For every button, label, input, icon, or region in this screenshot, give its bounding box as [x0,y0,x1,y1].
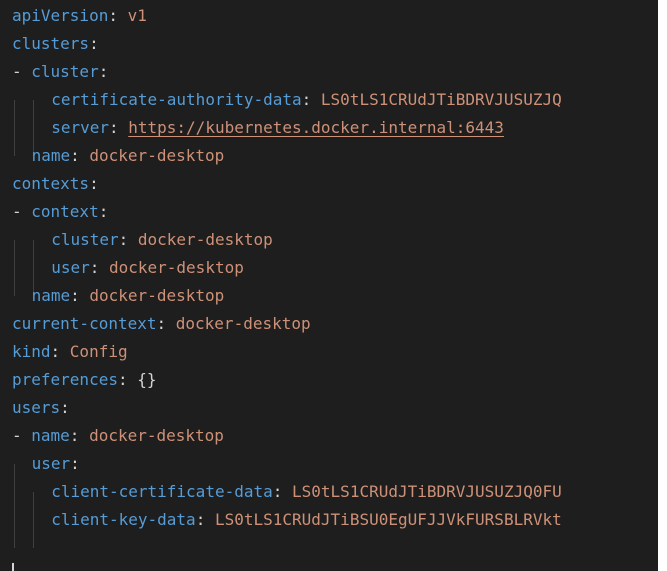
colon: : [98,62,109,81]
yaml-key: client-key-data [51,510,196,529]
indent-guide [33,492,34,548]
yaml-value: docker-desktop [175,314,311,333]
code-line[interactable]: - context: [12,198,108,226]
colon: : [89,34,99,53]
indent-guide [14,100,15,156]
colon: : [118,230,138,249]
code-line[interactable]: preferences: {} [12,366,157,394]
yaml-value: LS0tLS1CRUdJTiBDRVJUSUZJQ [320,90,562,109]
colon: : [50,342,70,361]
yaml-key: name [31,146,71,165]
yaml-key: current-context [12,314,157,333]
code-line[interactable]: kind: Config [12,338,128,366]
colon: : [89,174,99,193]
indent-guide [14,464,15,548]
code-line[interactable]: server: https://kubernetes.docker.intern… [51,114,504,142]
list-dash: - [12,202,32,221]
yaml-value: v1 [127,6,147,25]
colon: : [98,202,109,221]
yaml-key: context [31,202,99,221]
colon: : [117,370,138,389]
yaml-key: user [51,258,90,277]
list-dash: - [12,62,32,81]
yaml-key: users [12,398,61,417]
server-url-link[interactable]: https://kubernetes.docker.internal:6443 [128,118,504,137]
yaml-key: clusters [12,34,90,53]
code-line[interactable]: name: docker-desktop [32,142,225,170]
yaml-key: cluster [51,230,119,249]
code-line[interactable]: - cluster: [12,58,108,86]
yaml-value: LS0tLS1CRUdJTiBSU0EgUFJJVkFURSBLRVkt [214,510,562,529]
colon: : [108,6,128,25]
colon: : [108,118,129,137]
yaml-editor[interactable]: apiVersion: v1 clusters: - cluster: certifi… [0,0,658,571]
yaml-value: docker-desktop [89,146,225,165]
yaml-value: Config [69,342,128,361]
code-line[interactable]: name: docker-desktop [32,282,225,310]
colon: : [60,398,70,417]
yaml-key: contexts [12,174,90,193]
colon: : [70,454,80,473]
yaml-key: certificate-authority-data [51,90,302,109]
text-cursor [12,563,14,571]
yaml-key: user [31,454,71,473]
yaml-value: docker-desktop [89,426,224,445]
code-line[interactable]: user: docker-desktop [51,254,244,282]
yaml-value: {} [137,370,157,389]
colon: : [272,482,293,501]
code-line[interactable]: current-context: docker-desktop [12,310,311,338]
code-line[interactable]: contexts: [12,170,99,198]
yaml-key: kind [12,342,51,361]
yaml-value: LS0tLS1CRUdJTiBDRVJUSUZJQ0FU [292,482,562,501]
colon: : [156,314,176,333]
colon: : [70,286,90,305]
colon: : [195,510,215,529]
yaml-value: docker-desktop [89,286,225,305]
code-line[interactable]: apiVersion: v1 [12,2,147,30]
code-line[interactable]: certificate-authority-data: LS0tLS1CRUdJ… [51,86,562,114]
yaml-key: client-certificate-data [51,482,273,501]
code-line[interactable]: users: [12,394,70,422]
yaml-key: server [51,118,109,137]
colon: : [69,426,90,445]
indent-guide [14,240,15,296]
code-line[interactable]: client-certificate-data: LS0tLS1CRUdJTiB… [51,478,562,506]
yaml-key: name [31,426,70,445]
colon: : [89,258,109,277]
yaml-key: preferences [12,370,118,389]
yaml-key: apiVersion [12,6,109,25]
code-line[interactable]: client-key-data: LS0tLS1CRUdJTiBSU0EgUFJ… [51,506,562,534]
yaml-value: docker-desktop [137,230,273,249]
code-line[interactable]: cluster: docker-desktop [51,226,273,254]
list-dash: - [12,426,32,445]
yaml-value: docker-desktop [108,258,244,277]
yaml-key: cluster [31,62,99,81]
colon: : [70,146,90,165]
colon: : [301,90,321,109]
code-line[interactable]: user: [32,450,80,478]
code-line[interactable]: - name: docker-desktop [12,422,224,450]
code-line[interactable]: clusters: [12,30,99,58]
yaml-key: name [31,286,71,305]
